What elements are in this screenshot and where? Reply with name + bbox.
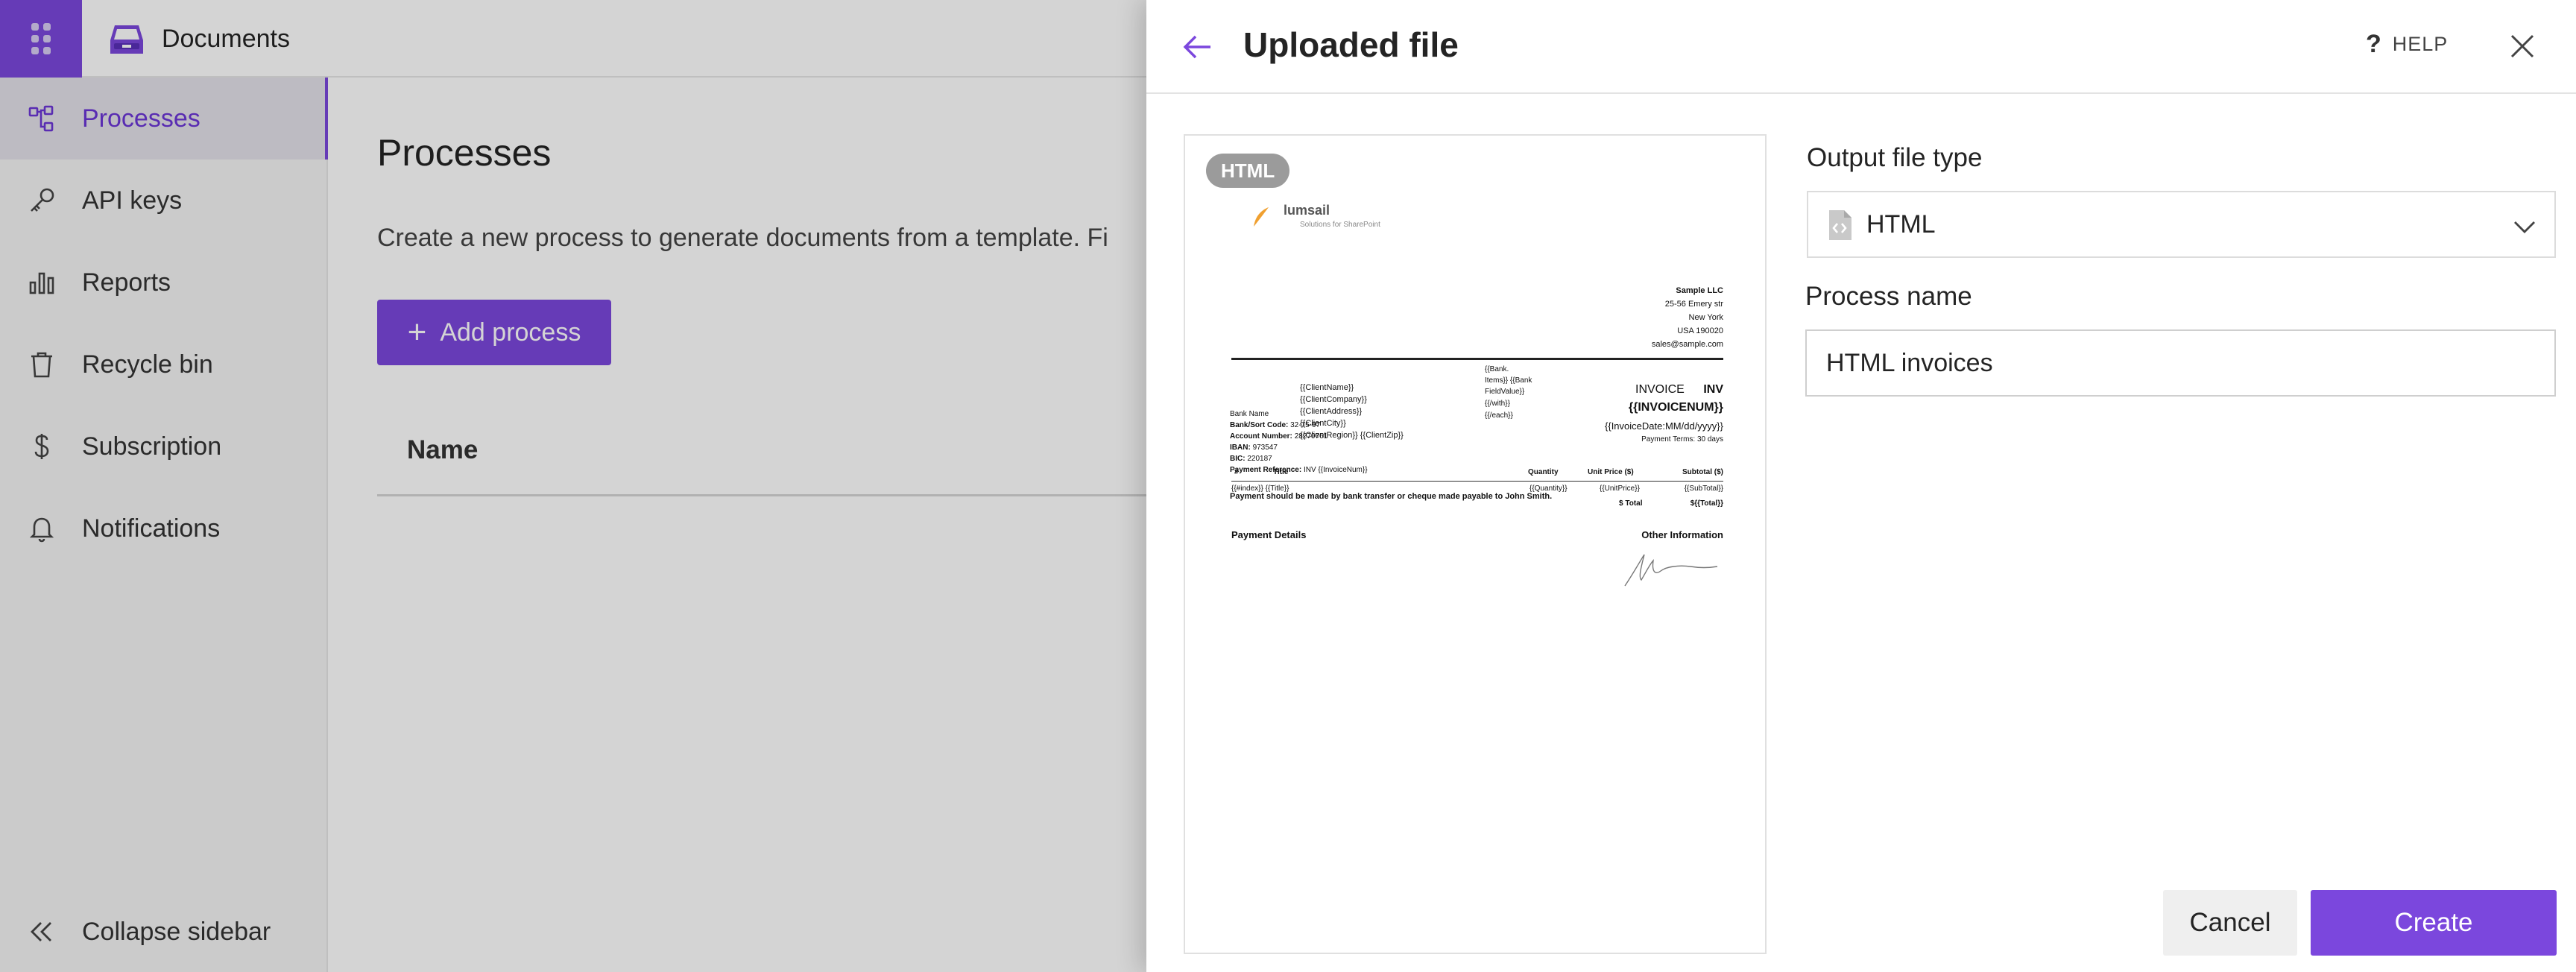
create-button[interactable]: Create (2311, 890, 2557, 956)
cancel-button[interactable]: Cancel (2163, 890, 2297, 956)
payment-line-label: Bank Name (1230, 410, 1269, 418)
table-cell: {{SubTotal}} (1684, 485, 1723, 493)
payment-line-label: BIC: (1230, 455, 1246, 463)
payment-line-label: Bank/Sort Code: (1230, 421, 1289, 429)
payment-line-label: Account Number: (1230, 432, 1292, 441)
company-address: 25-56 Emery str (1664, 300, 1723, 309)
company-country: USA 190020 (1677, 326, 1723, 335)
signature (1624, 554, 1718, 587)
table-cell: {{UnitPrice}} (1600, 485, 1640, 493)
panel-title: Uploaded file (1243, 25, 1459, 64)
table-header: Subtotal ($) (1682, 468, 1723, 476)
payment-line-value: 220187 (1247, 455, 1272, 463)
logo-tagline: Solutions for SharePoint (1300, 221, 1380, 229)
payment-line-value: 32-75-97 (1290, 421, 1321, 429)
logo-text: lumsail (1284, 203, 1330, 218)
total-label: $ Total (1619, 499, 1643, 508)
output-file-type-select[interactable]: HTML (1807, 191, 2556, 258)
bank-field: FieldValue}} (1485, 388, 1525, 396)
payment-line-value: 973547 (1252, 444, 1278, 452)
logo-mark-icon (1254, 207, 1269, 227)
code-file-icon (1829, 210, 1852, 240)
process-name-label: Process name (1805, 282, 1972, 311)
back-button[interactable] (1179, 28, 1216, 66)
question-mark-icon: ? (2366, 30, 2382, 58)
bank-field: {{/with}} (1485, 400, 1510, 408)
other-info-title: Other Information (1641, 529, 1723, 540)
close-button[interactable] (2503, 27, 2542, 66)
payment-line-value: INV {{InvoiceNum}} (1303, 466, 1368, 474)
help-label: HELP (2392, 33, 2449, 55)
bank-field: Items}} {{Bank (1485, 376, 1532, 385)
payment-line-label: IBAN: (1230, 444, 1251, 452)
company-email: sales@sample.com (1651, 340, 1723, 349)
client-field: {{ClientName}} (1300, 383, 1354, 392)
chevron-down-icon (2514, 221, 2535, 233)
invoice-label: INVOICE (1635, 383, 1685, 396)
invoice-prefix: INV (1703, 383, 1723, 396)
invoice-date: {{InvoiceDate:MM/dd/yyyy}} (1605, 420, 1723, 432)
output-file-type-value: HTML (1866, 209, 1936, 239)
total-value: ${{Total}} (1690, 499, 1723, 508)
output-file-type-label: Output file type (1807, 143, 1983, 172)
close-icon (2510, 34, 2534, 58)
client-field: {{ClientCompany}} (1300, 395, 1367, 404)
panel-header: Uploaded file ? HELP (1146, 0, 2576, 94)
uploaded-file-panel: Uploaded file ? HELP HTML lumsail Soluti… (1146, 0, 2576, 972)
bank-field: {{Bank. (1485, 365, 1509, 373)
company-name: Sample LLC (1676, 286, 1723, 295)
payment-terms: Payment Terms: 30 days (1641, 435, 1723, 444)
payment-line-value: 28270761 (1294, 432, 1328, 441)
file-type-badge: HTML (1206, 154, 1290, 188)
company-city: New York (1688, 313, 1723, 322)
help-button[interactable]: ? HELP (2366, 30, 2448, 59)
payment-line-label: Payment Reference: (1230, 466, 1302, 474)
process-name-input[interactable] (1805, 329, 2556, 397)
arrow-left-icon (1183, 35, 1210, 59)
footer-note: Payment should be made by bank transfer … (1230, 492, 1553, 501)
invoice-number: {{INVOICENUM}} (1628, 401, 1723, 414)
payment-lines: Bank Name Bank/Sort Code: 32-75-97 Accou… (1230, 410, 1603, 559)
